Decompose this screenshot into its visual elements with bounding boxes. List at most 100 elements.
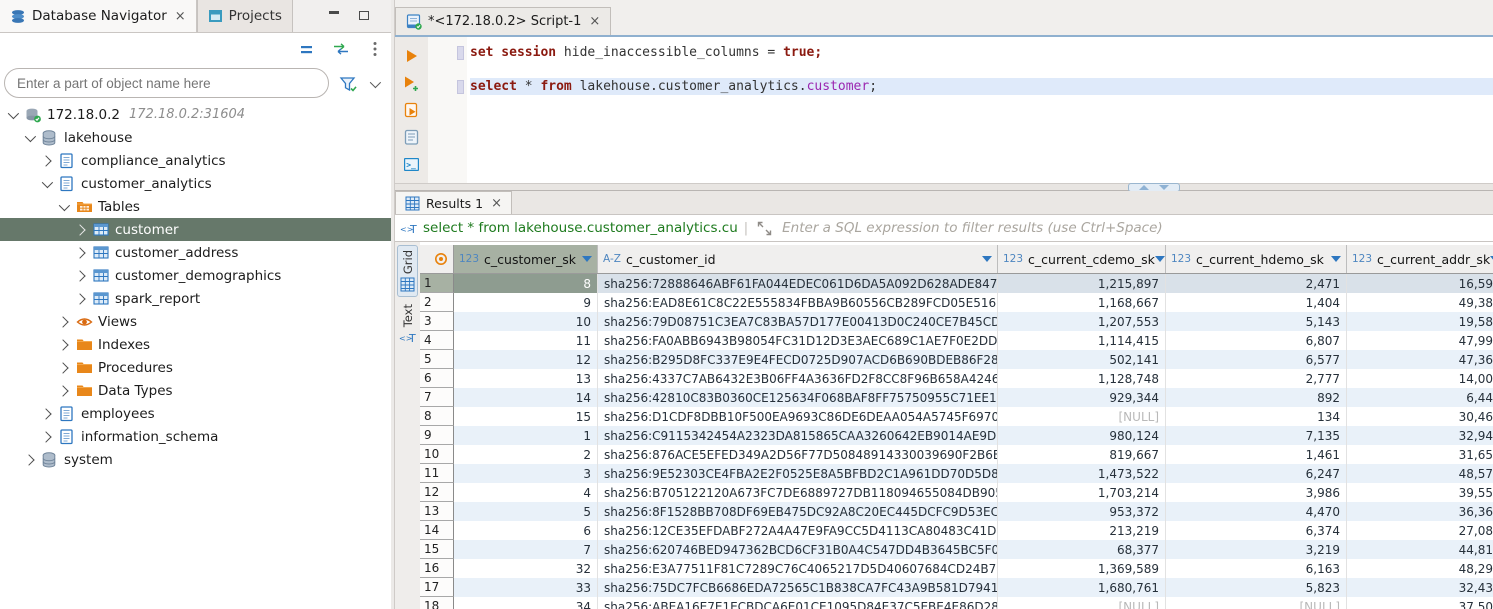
grid-cell[interactable]: 47,99: [1347, 331, 1493, 350]
grid-cell[interactable]: 1,461: [1166, 445, 1347, 464]
grid-cell[interactable]: 27,08: [1347, 521, 1493, 540]
sql-line[interactable]: select * from lakehouse.customer_analyti…: [470, 78, 1493, 95]
grid-cell[interactable]: sha256:C9115342454A2323DA815865CAA326064…: [598, 426, 998, 445]
grid-cell[interactable]: sha256:FA0ABB6943B98054FC31D12D3E3AEC689…: [598, 331, 998, 350]
grid-cell[interactable]: 1: [454, 426, 598, 445]
tree-item-172-18-0-2[interactable]: 172.18.0.2172.18.0.2:31604: [0, 103, 391, 126]
grid-cell[interactable]: 6,44: [1347, 388, 1493, 407]
grid-cell[interactable]: 1,404: [1166, 293, 1347, 312]
grid-cell[interactable]: 14: [454, 388, 598, 407]
grid-cell[interactable]: 49,38: [1347, 293, 1493, 312]
row-number[interactable]: 13: [420, 502, 454, 521]
grid-cell[interactable]: 213,219: [998, 521, 1166, 540]
grid-cell[interactable]: sha256:B295D8FC337E9E4FECD0725D907ACD6B6…: [598, 350, 998, 369]
link-with-editor-icon[interactable]: [331, 39, 351, 59]
grid-cell[interactable]: 1,114,415: [998, 331, 1166, 350]
grid-cell[interactable]: 14,00: [1347, 369, 1493, 388]
tree-expander-icon[interactable]: [74, 224, 85, 235]
grid-cell[interactable]: [NULL]: [998, 407, 1166, 426]
grid-cell[interactable]: 134: [1166, 407, 1347, 426]
row-number[interactable]: 15: [420, 540, 454, 559]
grid-cell[interactable]: 11: [454, 331, 598, 350]
grid-cell[interactable]: 3,986: [1166, 483, 1347, 502]
grid-cell[interactable]: 5: [454, 502, 598, 521]
side-tab-text[interactable]: Text<>T: [397, 300, 418, 348]
grid-cell[interactable]: sha256:E3A77511F81C7289C76C4065217D5D406…: [598, 559, 998, 578]
row-number[interactable]: 17: [420, 578, 454, 597]
grid-cell[interactable]: sha256:8F1528BB708DF69EB475DC92A8C20EC44…: [598, 502, 998, 521]
grid-cell[interactable]: sha256:EAD8E61C8C22E555834FBBA9B60556CB2…: [598, 293, 998, 312]
grid-cell[interactable]: sha256:D1CDF8DBB10F500EA9693C86DE6DEAA05…: [598, 407, 998, 426]
filter-funnel-icon[interactable]: [338, 74, 358, 94]
grid-cell[interactable]: 1,128,748: [998, 369, 1166, 388]
side-tab-grid[interactable]: Grid: [397, 245, 418, 297]
grid-cell[interactable]: 980,124: [998, 426, 1166, 445]
tree-item-tables[interactable]: Tables: [0, 195, 391, 218]
sql-console-icon[interactable]: >_: [402, 154, 422, 174]
tree-expander-icon[interactable]: [40, 155, 51, 166]
grid-cell[interactable]: 3,219: [1166, 540, 1347, 559]
tree-item-compliance-analytics[interactable]: compliance_analytics: [0, 149, 391, 172]
grid-cell[interactable]: [NULL]: [998, 597, 1166, 609]
grid-cell[interactable]: 2: [454, 445, 598, 464]
results-filter-bar[interactable]: <>T select * from lakehouse.customer_ana…: [395, 214, 1493, 242]
tree-expander-icon[interactable]: [57, 339, 68, 350]
grid-cell[interactable]: sha256:876ACE5EFED349A2D56F77D5084891433…: [598, 445, 998, 464]
grid-cell[interactable]: 3: [454, 464, 598, 483]
column-menu-icon[interactable]: [982, 256, 992, 262]
grid-cell[interactable]: sha256:B705122120A673FC7DE6889727DB11809…: [598, 483, 998, 502]
tree-expander-icon[interactable]: [74, 247, 85, 258]
row-number[interactable]: 14: [420, 521, 454, 540]
menu-dots-icon[interactable]: [365, 39, 385, 59]
row-number[interactable]: 8: [420, 407, 454, 426]
grid-cell[interactable]: 19,58: [1347, 312, 1493, 331]
tab-script-1[interactable]: *<172.18.0.2> Script-1 ×: [395, 7, 611, 35]
grid-cell[interactable]: 892: [1166, 388, 1347, 407]
grid-cell[interactable]: 819,667: [998, 445, 1166, 464]
grid-cell[interactable]: 13: [454, 369, 598, 388]
grid-cell[interactable]: 7,135: [1166, 426, 1347, 445]
grid-cell[interactable]: 502,141: [998, 350, 1166, 369]
grid-cell[interactable]: 44,81: [1347, 540, 1493, 559]
row-number[interactable]: 10: [420, 445, 454, 464]
column-menu-icon[interactable]: [582, 256, 592, 262]
row-number[interactable]: 4: [420, 331, 454, 350]
grid-cell[interactable]: 6,807: [1166, 331, 1347, 350]
column-header-c_current_hdemo_sk[interactable]: 123c_current_hdemo_sk: [1166, 245, 1347, 273]
grid-cell[interactable]: 1,207,553: [998, 312, 1166, 331]
grid-cell[interactable]: 36,36: [1347, 502, 1493, 521]
row-number[interactable]: 18: [420, 597, 454, 609]
grid-cell[interactable]: 32: [454, 559, 598, 578]
tree-expander-icon[interactable]: [57, 385, 68, 396]
execute-statement-icon[interactable]: [402, 46, 422, 66]
grid-cell[interactable]: [NULL]: [1166, 597, 1347, 609]
grid-cell[interactable]: 34: [454, 597, 598, 609]
grid-cell[interactable]: 48,29: [1347, 559, 1493, 578]
grid-cell[interactable]: sha256:ABEA16E7E1ECBDCA6E01CE1095D84E37C…: [598, 597, 998, 609]
row-number[interactable]: 7: [420, 388, 454, 407]
grid-cell[interactable]: 47,36: [1347, 350, 1493, 369]
grid-cell[interactable]: 8: [454, 274, 598, 293]
tree-item-views[interactable]: Views: [0, 310, 391, 333]
grid-cell[interactable]: sha256:4337C7AB6432E3B06FF4A3636FD2F8CC8…: [598, 369, 998, 388]
grid-cell[interactable]: 5,143: [1166, 312, 1347, 331]
chevron-down-icon[interactable]: [370, 77, 381, 88]
tree-item-system[interactable]: system: [0, 448, 391, 471]
close-icon[interactable]: ×: [175, 9, 186, 24]
row-number[interactable]: 3: [420, 312, 454, 331]
search-input[interactable]: [4, 68, 329, 98]
grid-cell[interactable]: 32,94: [1347, 426, 1493, 445]
grid-cell[interactable]: 2,471: [1166, 274, 1347, 293]
grid-cell[interactable]: 68,377: [998, 540, 1166, 559]
grid-cell[interactable]: 1,369,589: [998, 559, 1166, 578]
maximize-icon[interactable]: [359, 11, 369, 20]
tree-item-lakehouse[interactable]: lakehouse: [0, 126, 391, 149]
tree-expander-icon[interactable]: [74, 270, 85, 281]
row-number[interactable]: 2: [420, 293, 454, 312]
grid-cell[interactable]: 929,344: [998, 388, 1166, 407]
grid-cell[interactable]: sha256:75DC7FCB6686EDA72565C1B838CA7FC43…: [598, 578, 998, 597]
tree-item-indexes[interactable]: Indexes: [0, 333, 391, 356]
sql-line[interactable]: [470, 61, 1493, 78]
grid-cell[interactable]: 15: [454, 407, 598, 426]
collapse-down-icon[interactable]: [1159, 185, 1169, 190]
